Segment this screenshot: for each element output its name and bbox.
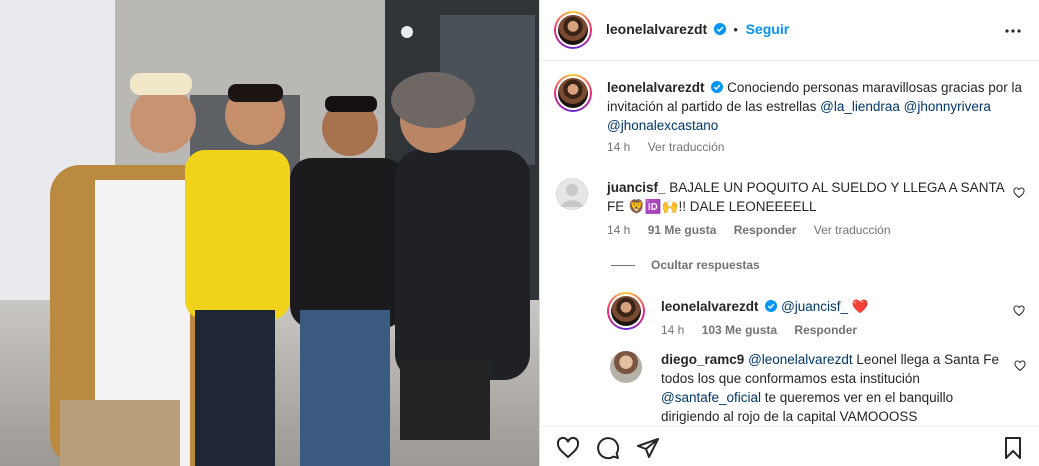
comment-mention[interactable]: @santafe_oficial [661,390,761,405]
post-panel: leonelalvarezdt • Seguir leonelalvarezdt… [539,0,1039,466]
divider [611,264,635,266]
heart-icon[interactable] [1013,187,1025,199]
comment-emoji: 🦁🆔🙌 [628,199,679,214]
comment-mention[interactable]: @leonelalvarezdt [748,352,853,367]
comment-time[interactable]: 14 h [607,223,630,237]
follow-button[interactable]: Seguir [746,21,790,37]
comment-username[interactable]: leonelalvarezdt [661,299,759,314]
comment-time[interactable]: 14 h [661,323,684,337]
caption-mention[interactable]: @la_liendraa [820,99,900,114]
avatar[interactable] [607,292,645,330]
verified-badge-icon [711,81,724,93]
see-translation-link[interactable]: Ver traducción [814,223,891,237]
comment-username[interactable]: diego_ramc9 [661,352,744,367]
caption-mention[interactable]: @jhonalexcastano [607,118,718,133]
hide-replies-toggle[interactable]: Ocultar respuestas [611,258,774,272]
red-heart-emoji: ❤️ [851,299,869,314]
comment-likes[interactable]: 91 Me gusta [648,223,717,237]
comment-text: BAJALE UN POQUITO AL SUELDO Y LLEGA A SA… [669,180,1004,195]
post-image [0,0,539,466]
post-photo[interactable] [0,0,539,466]
avatar[interactable] [610,351,642,383]
comment-text: te queremos ver en el banquillo [764,390,954,405]
caption-avatar[interactable] [554,74,592,112]
avatar[interactable] [556,178,588,210]
more-horizontal-icon[interactable] [1004,22,1022,40]
see-translation-link[interactable]: Ver traducción [648,140,725,154]
caption-time[interactable]: 14 h [607,140,630,154]
reply-button[interactable]: Responder [794,323,857,337]
default-avatar-icon [561,184,583,207]
share-icon[interactable] [636,436,660,460]
comment-mention[interactable]: @juancisf_ [781,299,848,314]
comment-reply: diego_ramc9 @leonelalvarezdt Leonel lleg… [540,340,1039,426]
verified-badge-icon [765,300,778,312]
post-header: leonelalvarezdt • Seguir [540,0,1039,61]
comment-icon[interactable] [596,436,620,460]
comment-text: dirigiendo al rojo de la capital VAMOOOS… [661,409,918,424]
separator-dot: • [733,22,738,37]
comment-likes[interactable]: 103 Me gusta [702,323,777,337]
caption-mention[interactable]: @jhonnyrivera [904,99,991,114]
author-username[interactable]: leonelalvarezdt [606,21,707,37]
comment-text: !! DALE LEONEEEELL [678,199,817,214]
author-avatar[interactable] [554,11,592,49]
action-bar [540,426,1039,466]
comment-text: FE [607,199,625,214]
comment-username[interactable]: juancisf_ [607,180,666,195]
comment-text: Leonel llega a Santa [856,352,980,367]
hide-replies-label: Ocultar respuestas [651,258,760,272]
heart-icon[interactable] [1013,305,1025,317]
bookmark-icon[interactable] [1001,436,1025,460]
heart-icon[interactable] [556,436,580,460]
reply-button[interactable]: Responder [734,223,797,237]
verified-badge-icon [713,23,726,35]
heart-icon[interactable] [1014,360,1026,372]
caption-username[interactable]: leonelalvarezdt [607,80,705,95]
